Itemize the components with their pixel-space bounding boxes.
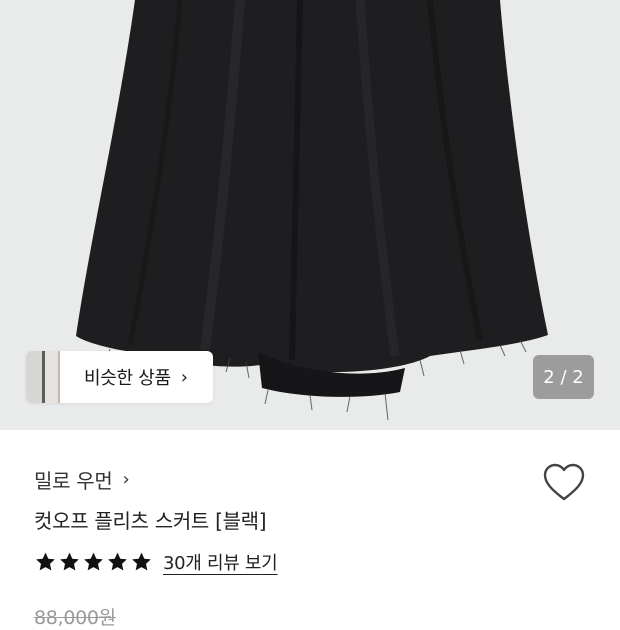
brand-link[interactable]: 밀로 우먼 › [34, 465, 130, 494]
chevron-right-icon: › [122, 469, 130, 490]
product-title: 컷오프 플리츠 스커트 [블랙] [34, 509, 267, 533]
rating-summary: 30개 리뷰 보기 [34, 549, 278, 575]
star-rating [34, 551, 153, 573]
star-filled-icon [36, 552, 55, 571]
chevron-right-icon: › [180, 366, 188, 388]
similar-products-label: 비슷한 상품 [84, 368, 171, 389]
star-filled-icon [108, 552, 127, 571]
star-filled-icon [60, 552, 79, 571]
product-image-carousel[interactable]: 비슷한 상품 › 2 / 2 [0, 0, 620, 430]
star-filled-icon [84, 552, 103, 571]
similar-products-button[interactable]: 비슷한 상품 › [26, 351, 213, 403]
star-filled-icon [132, 552, 151, 571]
heart-outline-icon[interactable] [542, 463, 586, 503]
original-price: 88,000원 [34, 607, 116, 629]
review-count-link[interactable]: 30개 리뷰 보기 [163, 549, 278, 575]
similar-product-thumbnail [26, 351, 60, 403]
image-pager-indicator: 2 / 2 [533, 355, 594, 399]
brand-name: 밀로 우먼 [34, 469, 113, 493]
